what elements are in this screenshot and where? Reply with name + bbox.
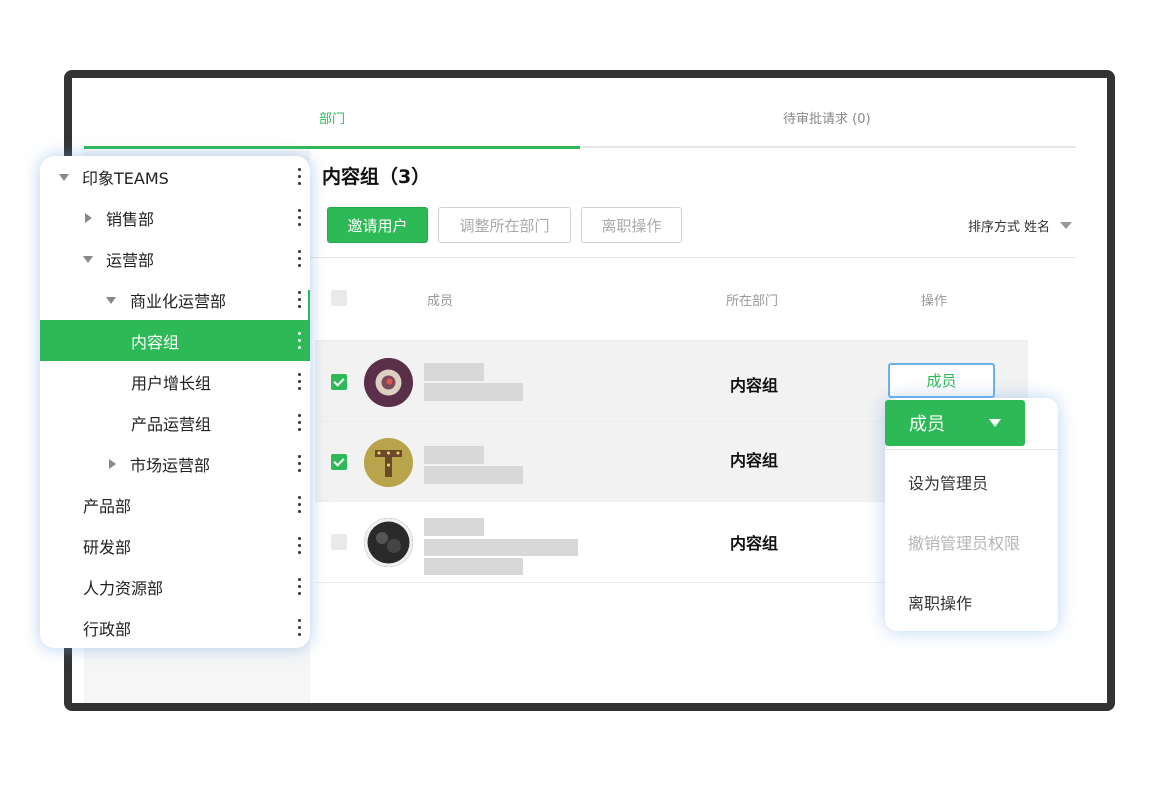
tab-pending-requests[interactable]: 待审批请求 (0) <box>783 108 871 127</box>
avatar <box>364 438 413 487</box>
tree-item-rnd[interactable]: 研发部 <box>40 525 310 566</box>
menu-item-set-admin[interactable]: 设为管理员 <box>908 470 988 494</box>
more-vertical-icon[interactable] <box>298 414 301 431</box>
more-vertical-icon[interactable] <box>298 537 301 554</box>
tree-item-operations[interactable]: 运营部 <box>40 238 310 279</box>
more-vertical-icon[interactable] <box>298 455 301 472</box>
row-checkbox[interactable] <box>331 374 347 390</box>
tree-item-hr[interactable]: 人力资源部 <box>40 566 310 607</box>
email-placeholder <box>424 383 523 401</box>
tree-item-label: 运营部 <box>106 250 155 270</box>
caret-down-icon[interactable] <box>106 297 116 304</box>
tree-item-label: 内容组 <box>131 332 180 352</box>
caret-down-icon <box>989 419 1001 427</box>
avatar <box>364 358 413 407</box>
tree-item-label: 用户增长组 <box>131 373 212 393</box>
dropdown-divider <box>885 449 1058 450</box>
tree-item-label: 行政部 <box>83 619 132 639</box>
row-checkbox[interactable] <box>331 534 347 550</box>
more-vertical-icon[interactable] <box>298 168 301 185</box>
tree-item-product-ops[interactable]: 产品运营组 <box>40 402 310 443</box>
tab-department[interactable]: 部门 <box>319 108 345 127</box>
adjust-department-button[interactable]: 调整所在部门 <box>438 207 571 243</box>
group-title: 内容组（3） <box>322 166 431 188</box>
column-header-action: 操作 <box>921 294 948 309</box>
department-cell: 内容组 <box>730 451 779 470</box>
avatar <box>364 518 413 567</box>
role-dropdown: 成员 设为管理员 撤销管理员权限 离职操作 <box>885 398 1058 631</box>
more-vertical-icon[interactable] <box>298 291 301 308</box>
tree-item-product[interactable]: 产品部 <box>40 484 310 525</box>
tree-item-admin[interactable]: 行政部 <box>40 607 310 648</box>
row-checkbox[interactable] <box>331 454 347 470</box>
more-vertical-icon[interactable] <box>298 373 301 390</box>
menu-item-revoke-admin: 撤销管理员权限 <box>908 534 1021 553</box>
divider <box>310 257 1076 258</box>
column-header-member: 成员 <box>427 294 454 309</box>
title-placeholder <box>424 558 523 575</box>
caret-right-icon[interactable] <box>85 213 92 223</box>
tree-item-label: 产品部 <box>83 496 132 516</box>
name-placeholder <box>424 363 484 381</box>
tree-selection-edge <box>308 290 310 326</box>
caret-down-icon[interactable] <box>59 174 69 181</box>
more-vertical-icon[interactable] <box>298 209 301 226</box>
caret-right-icon[interactable] <box>109 459 116 469</box>
tree-item-content-group[interactable]: 内容组 <box>40 320 310 361</box>
tree-item-label: 研发部 <box>83 537 132 557</box>
tree-item-label: 商业化运营部 <box>130 291 227 311</box>
sort-value: 姓名 <box>1024 220 1051 235</box>
tree-item-commercial-ops[interactable]: 商业化运营部 <box>40 279 310 320</box>
menu-item-resign[interactable]: 离职操作 <box>908 590 972 614</box>
name-placeholder <box>424 518 484 536</box>
role-select-button[interactable]: 成员 <box>888 363 995 398</box>
caret-down-icon[interactable] <box>83 256 93 263</box>
invite-user-button[interactable]: 邀请用户 <box>327 207 428 243</box>
tree-item-label: 人力资源部 <box>83 578 164 598</box>
role-dropdown-toggle[interactable]: 成员 <box>885 400 1025 446</box>
tree-item-label: 印象TEAMS <box>82 168 169 188</box>
tree-item-marketing-ops[interactable]: 市场运营部 <box>40 443 310 484</box>
more-vertical-icon[interactable] <box>298 250 301 267</box>
caret-down-icon <box>1060 222 1073 229</box>
select-all-checkbox[interactable] <box>331 290 347 306</box>
department-cell: 内容组 <box>730 534 779 553</box>
tree-item-root[interactable]: 印象TEAMS <box>40 156 310 197</box>
tree-item-sales[interactable]: 销售部 <box>40 197 310 238</box>
more-vertical-icon[interactable] <box>298 578 301 595</box>
tree-item-label: 产品运营组 <box>131 414 212 434</box>
department-cell: 内容组 <box>730 376 779 395</box>
more-vertical-icon[interactable] <box>298 496 301 513</box>
more-vertical-icon[interactable] <box>298 619 301 636</box>
email-placeholder <box>424 466 523 484</box>
tree-item-user-growth[interactable]: 用户增长组 <box>40 361 310 402</box>
column-header-department: 所在部门 <box>726 294 779 309</box>
tab-active-indicator <box>84 146 580 149</box>
email-placeholder <box>424 539 578 556</box>
tree-item-label: 市场运营部 <box>130 455 211 475</box>
name-placeholder <box>424 446 484 464</box>
resign-button[interactable]: 离职操作 <box>581 207 682 243</box>
tree-item-label: 销售部 <box>106 209 155 229</box>
sort-selector[interactable]: 排序方式 姓名 <box>968 216 1073 235</box>
department-tree: 印象TEAMS 销售部 运营部 商业化运营部 内容组 用户增长组 产品运营组 市… <box>40 156 310 648</box>
sort-label: 排序方式 <box>968 220 1021 235</box>
role-dropdown-selected: 成员 <box>909 414 945 435</box>
more-vertical-icon[interactable] <box>298 332 301 349</box>
